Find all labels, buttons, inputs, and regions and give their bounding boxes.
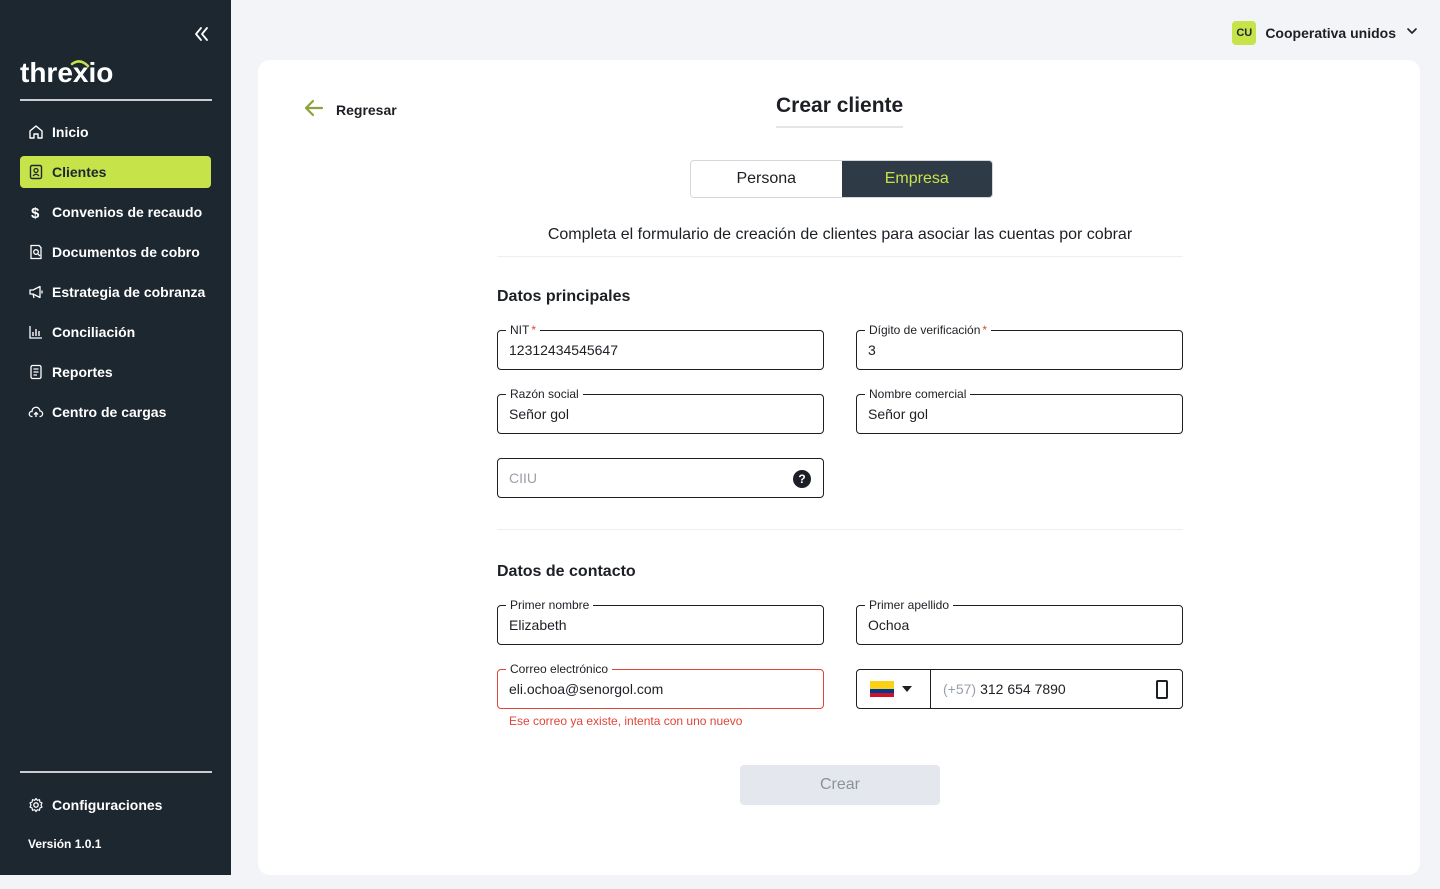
sidebar-item-label: Convenios de recaudo (52, 204, 203, 220)
sidebar: threxio Inicio Clientes $ Convenios de r… (0, 0, 231, 875)
nit-input[interactable]: 12312434545647 (509, 342, 618, 358)
back-label: Regresar (336, 101, 397, 118)
help-icon[interactable]: ? (793, 470, 811, 488)
phone-number: 312 654 7890 (980, 681, 1066, 697)
megaphone-icon (28, 284, 44, 300)
tab-empresa[interactable]: Empresa (841, 161, 992, 197)
phone-field: (+57) 312 654 7890 (856, 669, 1183, 709)
sidebar-item-label: Configuraciones (52, 797, 163, 813)
sidebar-item-centro-cargas[interactable]: Centro de cargas (20, 396, 211, 428)
avatar: CU (1232, 21, 1257, 45)
first-name-input[interactable]: Elizabeth (509, 617, 567, 633)
user-card-icon (28, 164, 44, 180)
home-icon (28, 124, 44, 140)
dollar-icon: $ (28, 204, 44, 220)
nombre-comercial-input[interactable]: Señor gol (868, 406, 928, 422)
email-field[interactable]: Correo electrónico eli.ochoa@senorgol.co… (497, 662, 824, 709)
sidebar-item-clientes[interactable]: Clientes (20, 156, 211, 188)
sidebar-divider (20, 99, 212, 101)
sidebar-item-configuraciones[interactable]: Configuraciones (20, 789, 211, 821)
page-title: Crear cliente (776, 94, 904, 128)
field-label: Correo electrónico (506, 662, 613, 676)
field-label: Nombre comercial (865, 387, 971, 401)
field-label: Razón social (506, 387, 583, 401)
cloud-upload-icon (28, 404, 44, 420)
sidebar-item-label: Inicio (52, 124, 89, 140)
bar-chart-icon (28, 324, 44, 340)
svg-text:threxio: threxio (20, 57, 113, 88)
field-label: Primer apellido (865, 598, 954, 612)
app-version: Versión 1.0.1 (28, 837, 102, 851)
main-card: Regresar Crear cliente Persona Empresa C… (258, 60, 1420, 875)
client-type-toggle: Persona Empresa (690, 160, 993, 198)
sidebar-item-inicio[interactable]: Inicio (20, 116, 211, 148)
svg-text:$: $ (31, 205, 40, 220)
ciiu-input[interactable]: CIIU (509, 470, 537, 486)
gear-icon (28, 797, 44, 813)
user-menu[interactable]: CU Cooperativa unidos (1232, 21, 1418, 45)
sidebar-item-label: Clientes (52, 164, 107, 180)
sidebar-item-conciliacion[interactable]: Conciliación (20, 316, 211, 348)
section-title-main: Datos principales (497, 288, 631, 305)
section-divider (497, 529, 1183, 530)
caret-down-icon (902, 686, 912, 692)
field-label: Dígito de verificación * (865, 323, 992, 337)
razon-social-field[interactable]: Razón social Señor gol (497, 387, 824, 434)
email-error-message: Ese correo ya existe, intenta con uno nu… (509, 714, 743, 728)
sidebar-nav: Inicio Clientes $ Convenios de recaudo D… (20, 116, 211, 436)
tab-persona[interactable]: Persona (691, 161, 842, 197)
threxio-logo-icon: threxio (20, 56, 120, 90)
arrow-left-icon (302, 96, 326, 123)
sidebar-item-label: Documentos de cobro (52, 244, 200, 260)
sidebar-item-label: Conciliación (52, 324, 136, 340)
email-input[interactable]: eli.ochoa@senorgol.com (509, 681, 663, 697)
sidebar-divider (20, 771, 212, 773)
section-title-contact: Datos de contacto (497, 563, 636, 580)
user-name: Cooperativa unidos (1265, 25, 1396, 41)
phone-country-code: (+57) (943, 681, 977, 697)
report-icon (28, 364, 44, 380)
first-name-field[interactable]: Primer nombre Elizabeth (497, 598, 824, 645)
sidebar-item-estrategia[interactable]: Estrategia de cobranza (20, 276, 211, 308)
last-name-field[interactable]: Primer apellido Ochoa (856, 598, 1183, 645)
last-name-input[interactable]: Ochoa (868, 617, 909, 633)
verification-digit-input[interactable]: 3 (868, 342, 876, 358)
nit-field[interactable]: NIT * 12312434545647 (497, 323, 824, 370)
colombia-flag-icon (870, 681, 894, 697)
form-description: Completa el formulario de creación de cl… (497, 226, 1183, 257)
country-code-select[interactable] (857, 670, 931, 708)
field-label: Primer nombre (506, 598, 594, 612)
phone-input[interactable]: (+57) 312 654 7890 (931, 670, 1182, 708)
ciiu-field[interactable]: CIIU ? (497, 458, 824, 498)
nombre-comercial-field[interactable]: Nombre comercial Señor gol (856, 387, 1183, 434)
razon-social-input[interactable]: Señor gol (509, 406, 569, 422)
mobile-phone-icon (1156, 680, 1168, 699)
back-button[interactable]: Regresar (302, 96, 397, 123)
field-label: NIT * (506, 323, 541, 337)
sidebar-item-documentos[interactable]: Documentos de cobro (20, 236, 211, 268)
sidebar-item-reportes[interactable]: Reportes (20, 356, 211, 388)
sidebar-item-convenios[interactable]: $ Convenios de recaudo (20, 196, 211, 228)
verification-digit-field[interactable]: Dígito de verificación * 3 (856, 323, 1183, 370)
create-button[interactable]: Crear (740, 765, 940, 805)
sidebar-item-label: Estrategia de cobranza (52, 284, 206, 300)
sidebar-item-label: Reportes (52, 364, 113, 380)
sidebar-item-label: Centro de cargas (52, 404, 167, 420)
document-search-icon (28, 244, 44, 260)
chevron-down-icon (1406, 24, 1418, 42)
collapse-sidebar-icon[interactable] (191, 24, 211, 44)
